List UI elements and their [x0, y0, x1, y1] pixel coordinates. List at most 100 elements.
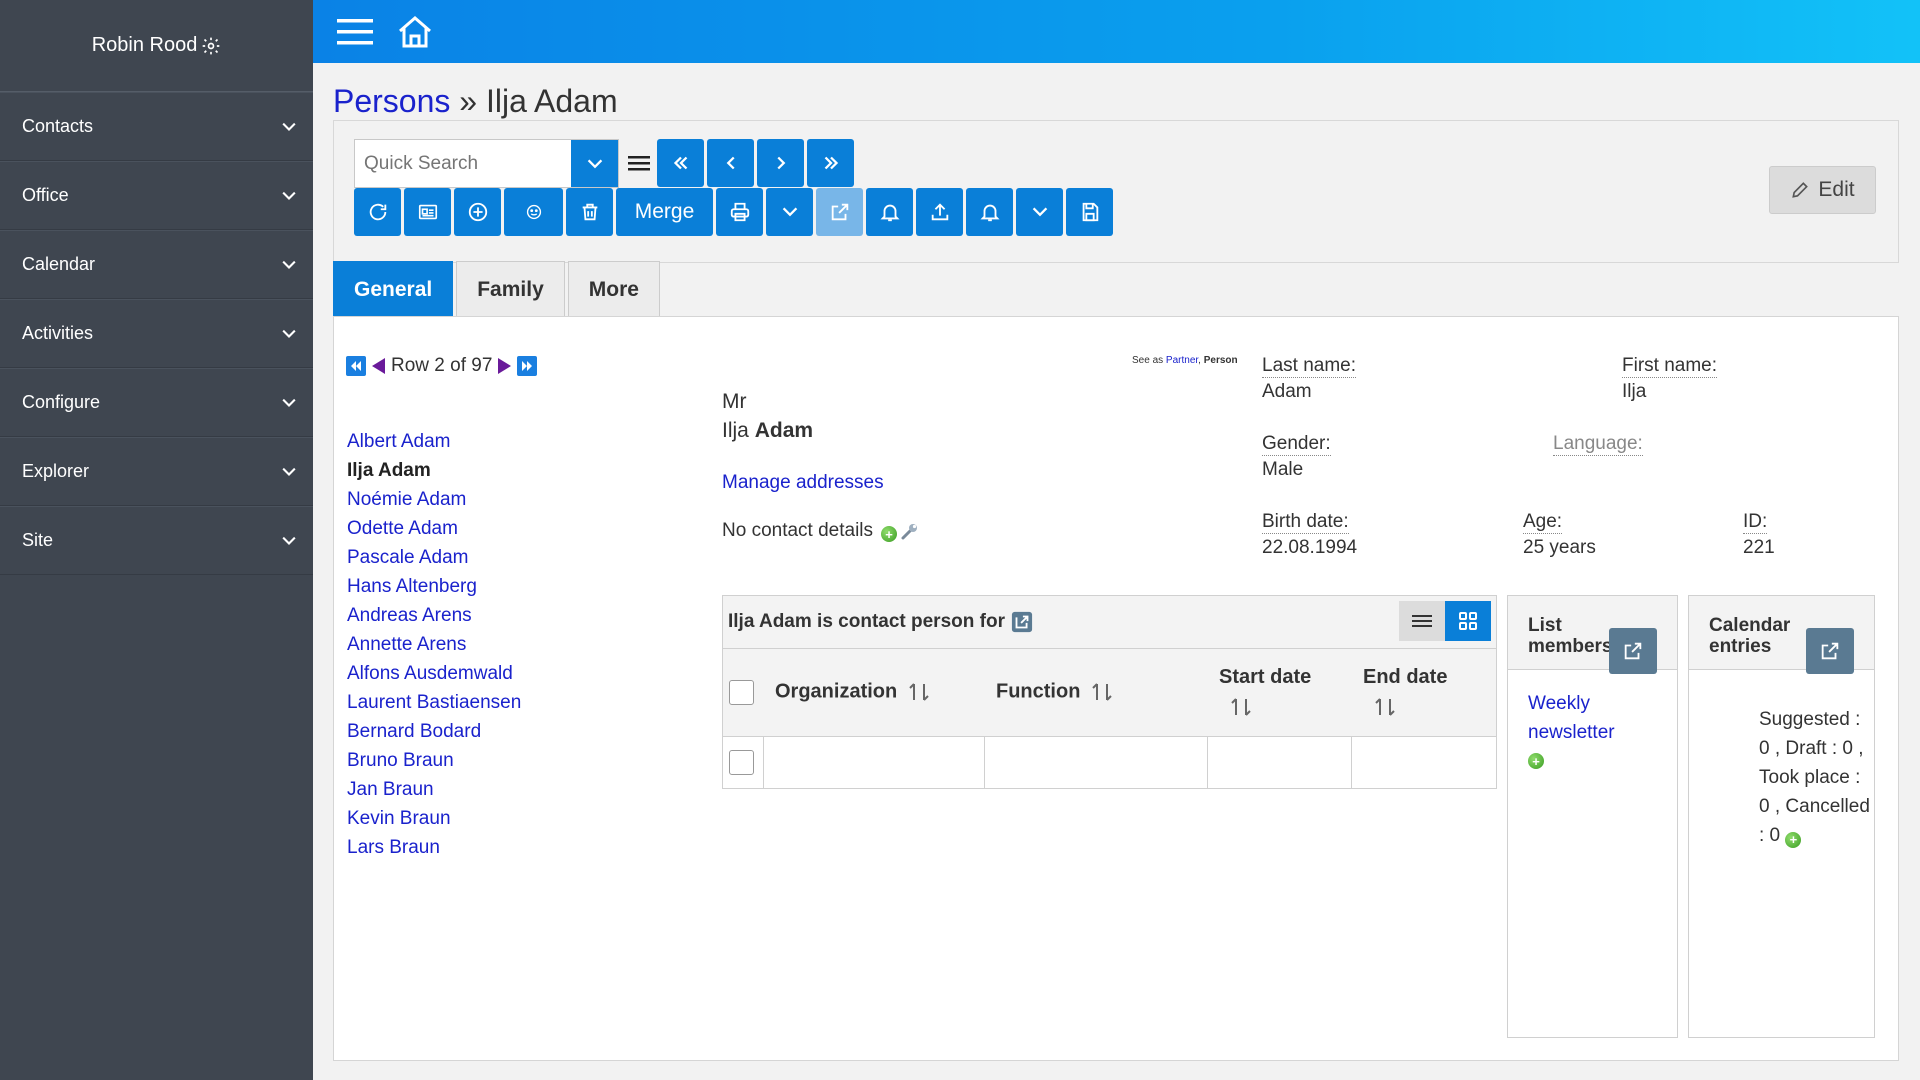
add-calendar-entry-icon[interactable]: + — [1785, 831, 1802, 848]
column-label: Organization — [775, 680, 898, 703]
list-item[interactable]: Albert Adam — [347, 427, 521, 456]
search-dropdown-button[interactable] — [571, 140, 618, 187]
edit-button[interactable]: Edit — [1769, 166, 1876, 214]
search-input[interactable] — [355, 140, 571, 187]
open-in-new-window-button[interactable] — [816, 188, 863, 236]
chevron-down-icon — [282, 467, 296, 476]
id-value: 221 — [1743, 537, 1775, 558]
tab-family[interactable]: Family — [456, 261, 565, 317]
upload-button[interactable] — [916, 188, 963, 236]
list-item[interactable]: Noémie Adam — [347, 485, 521, 514]
list-item[interactable]: Bernard Bodard — [347, 717, 521, 746]
list-item[interactable]: Annette Arens — [347, 630, 521, 659]
previous-row-icon[interactable] — [372, 358, 385, 374]
table-cell[interactable] — [763, 736, 985, 788]
sort-icon — [1231, 698, 1251, 716]
sidebar-item-activities[interactable]: Activities — [0, 299, 313, 368]
last-record-button[interactable] — [807, 139, 854, 187]
list-item[interactable]: Bruno Braun — [347, 746, 521, 775]
column-header-end-date[interactable]: End date — [1351, 649, 1496, 737]
gender-value: Male — [1262, 459, 1304, 480]
detail-view-button[interactable] — [404, 188, 451, 236]
printer-icon — [730, 202, 749, 222]
sidebar-item-configure[interactable]: Configure — [0, 368, 313, 437]
previous-record-button[interactable] — [707, 139, 754, 187]
pencil-icon — [1792, 182, 1809, 198]
last-row-icon[interactable] — [517, 356, 538, 376]
see-as-person: Person — [1203, 355, 1238, 366]
open-calendar-entries-button[interactable] — [1806, 628, 1854, 674]
tab-general[interactable]: General — [333, 261, 454, 317]
column-header-organization[interactable]: Organization — [763, 649, 984, 737]
open-list-members-button[interactable] — [1609, 628, 1657, 674]
next-row-icon[interactable] — [498, 358, 512, 374]
list-item[interactable]: Andreas Arens — [347, 601, 521, 630]
list-item[interactable]: Lars Braun — [347, 833, 521, 862]
column-label: Start date — [1219, 665, 1312, 688]
table-cell[interactable] — [1207, 736, 1352, 788]
list-item[interactable]: Jan Braun — [347, 775, 521, 804]
refresh-button[interactable] — [354, 188, 401, 236]
notify-button[interactable] — [866, 188, 913, 236]
table-cell[interactable] — [1351, 736, 1496, 788]
delete-button[interactable] — [566, 188, 613, 236]
sidebar-item-explorer[interactable]: Explorer — [0, 437, 313, 506]
first-record-button[interactable] — [657, 139, 704, 187]
full-name-first: Ilja — [722, 419, 749, 442]
add-contact-icon[interactable]: + — [881, 526, 898, 542]
column-header-function[interactable]: Function — [984, 649, 1207, 737]
print-dropdown-button[interactable] — [766, 188, 813, 236]
first-row-icon[interactable] — [346, 356, 366, 376]
id-label: ID: — [1743, 511, 1768, 534]
double-chevron-right-icon — [824, 156, 838, 170]
list-item[interactable]: Alfons Ausdemwald — [347, 659, 521, 688]
manage-addresses-link[interactable]: Manage addresses — [722, 472, 884, 494]
list-item[interactable]: Laurent Bastiaensen — [347, 688, 521, 717]
list-item[interactable]: Odette Adam — [347, 514, 521, 543]
chevron-down-icon — [282, 398, 296, 407]
merge-button[interactable]: Merge — [616, 188, 713, 236]
gear-icon[interactable] — [201, 36, 221, 56]
more-actions-dropdown-button[interactable] — [1016, 188, 1063, 236]
save-button[interactable] — [1066, 188, 1113, 236]
list-view-icon[interactable] — [628, 153, 652, 175]
user-name: Robin Rood — [91, 34, 198, 56]
select-all-checkbox[interactable] — [729, 679, 754, 705]
user-menu[interactable]: Robin Rood — [0, 0, 313, 92]
wrench-icon[interactable] — [900, 521, 920, 541]
tab-more[interactable]: More — [567, 261, 660, 317]
print-button[interactable] — [716, 188, 763, 236]
breadcrumb-persons-link[interactable]: Persons — [333, 83, 450, 119]
duplicate-button[interactable] — [504, 188, 563, 236]
language-label: Language: — [1553, 433, 1643, 456]
table-cell[interactable] — [984, 736, 1208, 788]
home-icon[interactable] — [395, 12, 435, 52]
refresh-icon — [369, 203, 386, 221]
insert-button[interactable] — [454, 188, 501, 236]
gender-label: Gender: — [1262, 433, 1331, 456]
sidebar-item-contacts[interactable]: Contacts — [0, 92, 313, 161]
sidebar-item-label: Office — [22, 185, 69, 205]
row-checkbox[interactable] — [729, 749, 754, 775]
sidebar-item-calendar[interactable]: Calendar — [0, 230, 313, 299]
column-header-start-date[interactable]: Start date — [1207, 649, 1351, 737]
list-item[interactable]: Hans Altenberg — [347, 572, 521, 601]
chevron-down-icon — [282, 329, 296, 338]
sidebar-item-office[interactable]: Office — [0, 161, 313, 230]
list-item[interactable]: Kevin Braun — [347, 804, 521, 833]
card-view-button[interactable] — [1445, 601, 1491, 641]
reminder-button[interactable] — [966, 188, 1013, 236]
see-as-partner-link[interactable]: Partner — [1166, 355, 1198, 366]
external-link-icon[interactable] — [1011, 611, 1033, 633]
id-card-icon — [418, 204, 437, 220]
hamburger-menu-icon[interactable] — [335, 12, 375, 52]
list-item[interactable]: Pascale Adam — [347, 543, 521, 572]
sidebar-item-label: Configure — [22, 392, 101, 412]
add-membership-icon[interactable]: + — [1528, 753, 1544, 769]
see-as-prefix: See as — [1132, 355, 1166, 366]
sidebar-item-site[interactable]: Site — [0, 506, 313, 575]
weekly-newsletter-link[interactable]: Weekly newsletter — [1528, 689, 1648, 747]
next-record-button[interactable] — [757, 139, 804, 187]
age-label: Age: — [1523, 511, 1563, 534]
list-view-button[interactable] — [1399, 601, 1445, 641]
